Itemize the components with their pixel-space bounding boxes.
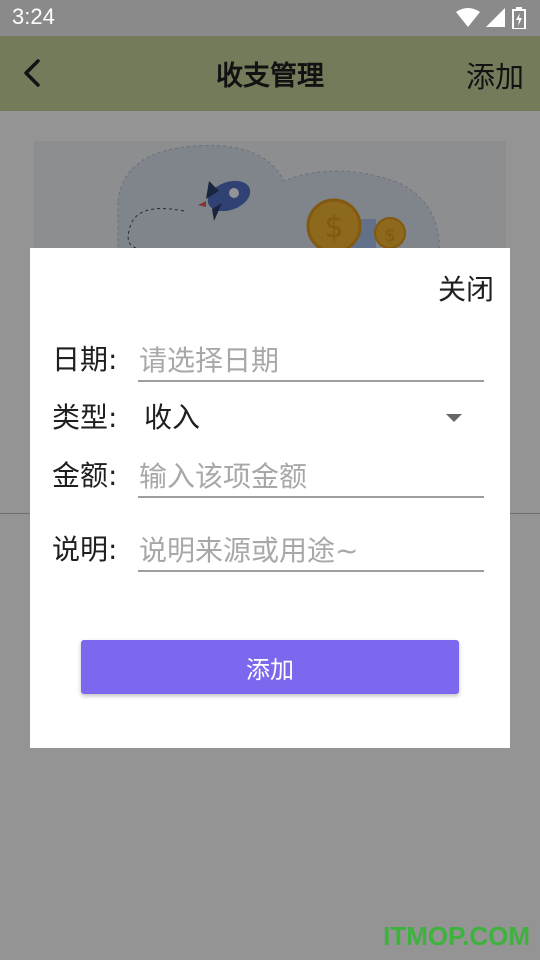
type-row: 类型: 收入 [52,398,484,448]
submit-add-button[interactable]: 添加 [81,640,459,694]
battery-icon [512,7,526,29]
add-record-dialog: 关闭 日期: 类型: 收入 金额: 说明: 添加 [30,248,510,748]
note-row: 说明: [52,530,484,580]
date-field[interactable] [138,340,484,382]
watermark: ITMOP.COM [383,921,530,951]
status-bar: 3:24 [0,0,540,36]
status-icons [456,7,526,29]
wifi-icon [456,8,480,27]
type-select[interactable]: 收入 [144,398,200,438]
type-label: 类型: [52,401,118,434]
status-time: 3:24 [12,4,55,29]
date-row: 日期: [52,340,484,390]
date-label: 日期: [52,343,118,376]
signal-icon [486,8,505,27]
dropdown-arrow-icon[interactable] [446,414,462,422]
close-button[interactable]: 关闭 [438,268,494,308]
amount-row: 金额: [52,456,484,506]
note-label: 说明: [52,533,118,566]
amount-label: 金额: [52,459,118,492]
note-field[interactable] [138,530,484,572]
amount-field[interactable] [138,456,484,498]
